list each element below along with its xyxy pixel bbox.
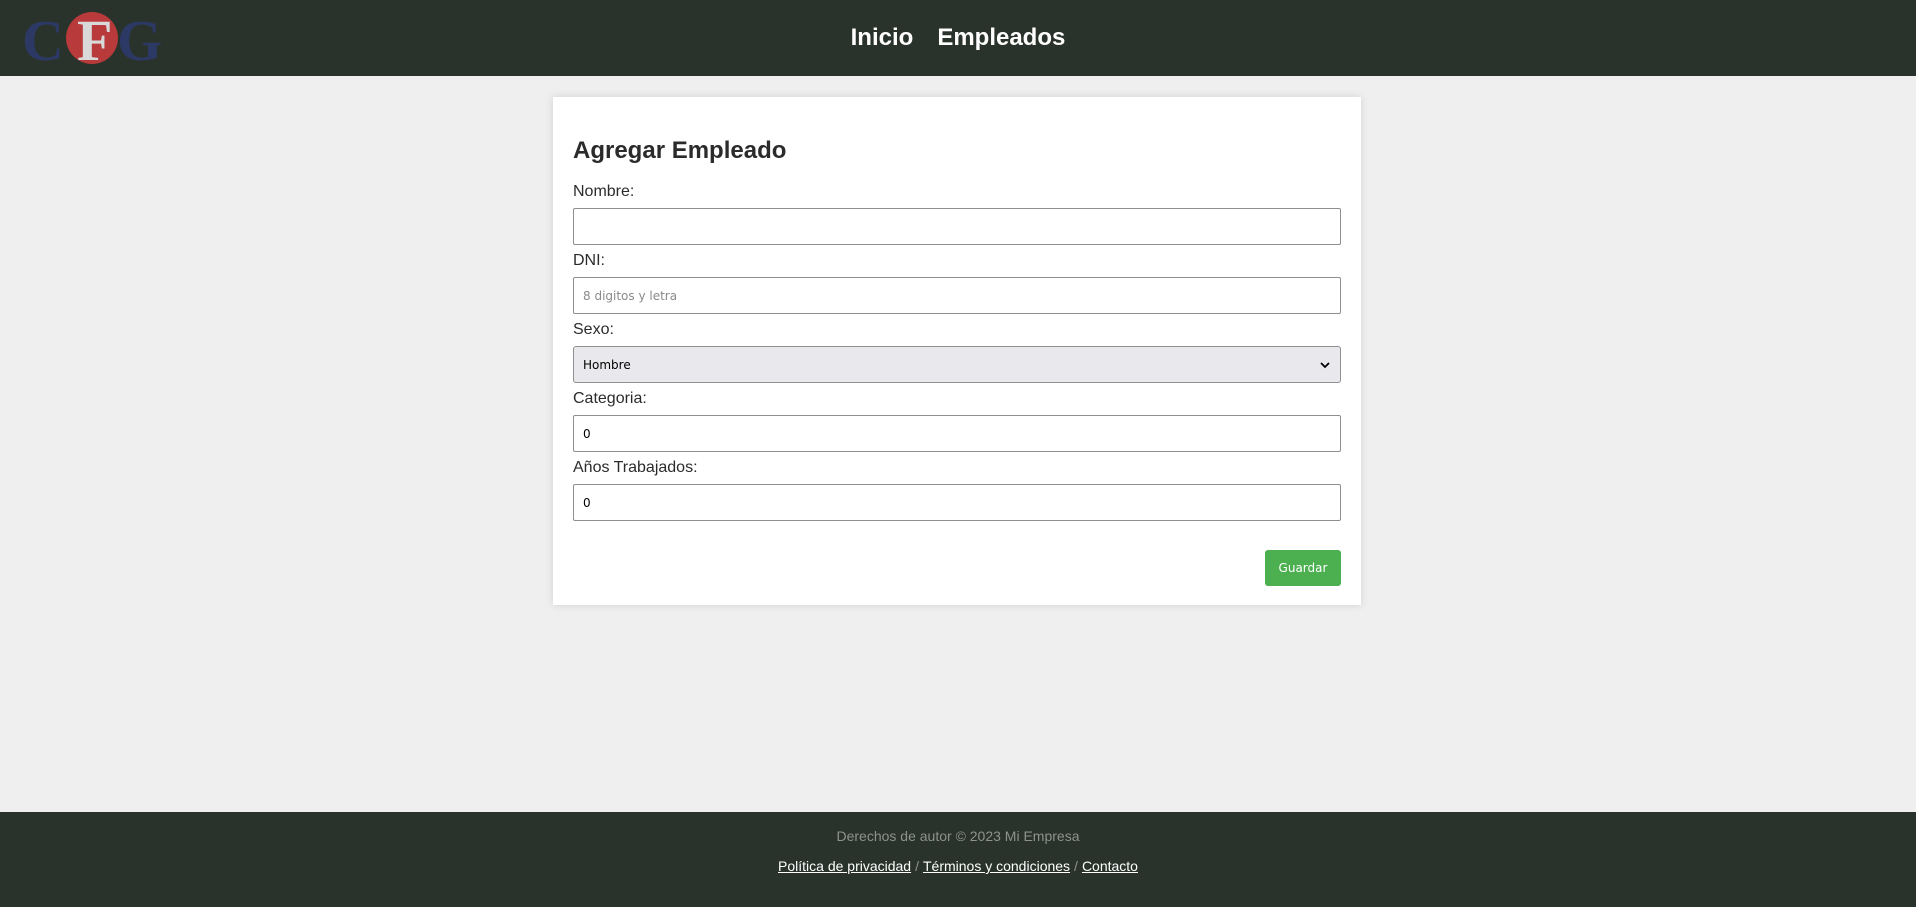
nombre-label: Nombre: <box>573 183 635 200</box>
nav-link-empleados[interactable]: Empleados <box>937 24 1065 52</box>
dni-label: DNI: <box>573 252 605 269</box>
sexo-select[interactable]: Hombre <box>573 346 1341 383</box>
copyright-text: Derechos de autor © 2023 Mi Empresa <box>836 828 1080 844</box>
page-footer: Derechos de autor © 2023 Mi Empresa Polí… <box>0 812 1916 907</box>
footer-links: Política de privacidad / Términos y condic… <box>0 858 1916 874</box>
privacy-policy-link[interactable]: Política de privacidad <box>778 858 911 874</box>
link-separator: / <box>1074 858 1078 874</box>
dni-input[interactable]: 8 digitos y letra <box>573 277 1341 314</box>
anos-trabajados-label: Años Trabajados: <box>573 459 698 476</box>
nav-link-inicio[interactable]: Inicio <box>851 24 914 52</box>
categoria-label: Categoria: <box>573 390 647 407</box>
sexo-selected-value: Hombre <box>583 357 631 372</box>
contact-link[interactable]: Contacto <box>1082 858 1138 874</box>
link-separator: / <box>915 858 919 874</box>
form-title: Agregar Empleado <box>573 137 787 164</box>
anos-trabajados-input[interactable]: 0 <box>573 484 1341 521</box>
add-employee-card: Agregar Empleado Nombre: DNI: 8 digitos … <box>553 97 1361 605</box>
categoria-input[interactable]: 0 <box>573 415 1341 452</box>
sexo-label: Sexo: <box>573 321 614 338</box>
top-header: C F G Inicio Empleados <box>0 0 1916 76</box>
chevron-down-icon <box>1320 361 1330 368</box>
nombre-input[interactable] <box>573 208 1341 245</box>
main-nav: Inicio Empleados <box>0 0 1916 76</box>
terms-link[interactable]: Términos y condiciones <box>923 858 1070 874</box>
save-button[interactable]: Guardar <box>1265 550 1341 586</box>
